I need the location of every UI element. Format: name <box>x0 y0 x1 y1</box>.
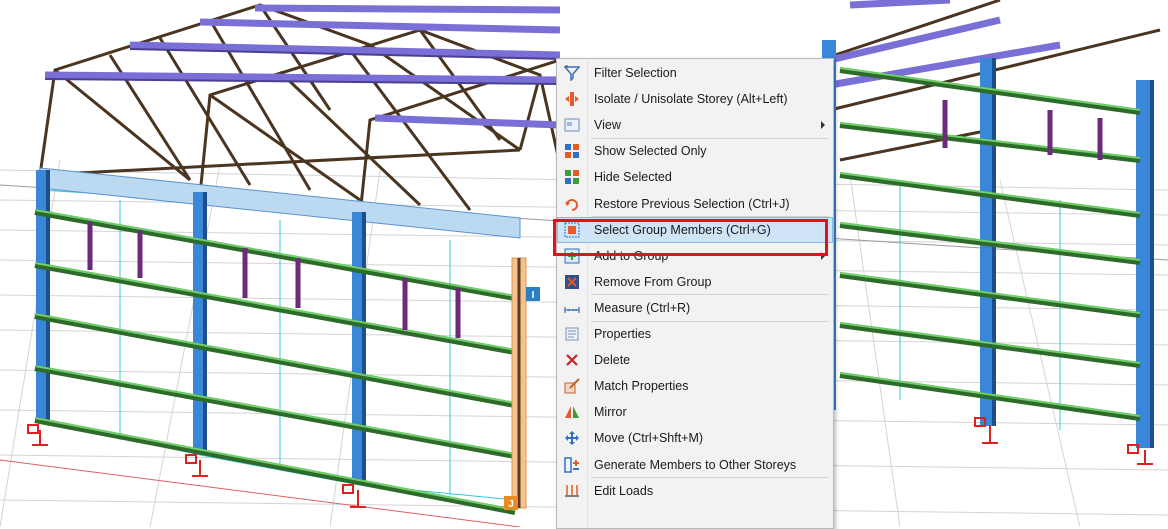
menu-item-show-selected-only[interactable]: Show Selected Only <box>557 138 833 164</box>
show-selected-icon <box>564 143 580 159</box>
menu-item-label: Delete <box>594 353 631 368</box>
node-i-label: I <box>532 290 535 301</box>
menu-item-move-ctrl-shft-m[interactable]: Move (Ctrl+Shft+M) <box>557 425 833 451</box>
menu-item-delete[interactable]: Delete <box>557 347 833 373</box>
annotation-highlight-box <box>553 219 828 256</box>
properties-icon <box>564 326 580 342</box>
move-icon <box>564 430 580 446</box>
menu-item-filter-selection[interactable]: Filter Selection <box>557 60 833 86</box>
menu-item-remove-from-group[interactable]: Remove From Group <box>557 269 833 295</box>
node-j-label: J <box>508 499 514 510</box>
menu-item-label: View <box>594 118 621 133</box>
menu-item-label: Show Selected Only <box>594 144 707 159</box>
mirror-icon <box>564 404 580 420</box>
hide-selected-icon <box>564 169 580 185</box>
menu-item-label: Filter Selection <box>594 66 677 80</box>
menu-item-label: Move (Ctrl+Shft+M) <box>594 431 704 446</box>
menu-item-hide-selected[interactable]: Hide Selected <box>557 164 833 190</box>
delete-icon <box>564 352 580 368</box>
view-icon <box>564 117 580 133</box>
menu-item-label: Properties <box>594 327 651 341</box>
menu-item-generate-members-to-other-storeys[interactable]: Generate Members to Other Storeys <box>557 452 833 478</box>
menu-item-label: Hide Selected <box>594 170 672 185</box>
menu-item-measure-ctrl-r[interactable]: Measure (Ctrl+R) <box>557 295 833 321</box>
menu-item-label: Measure (Ctrl+R) <box>594 300 691 315</box>
edit-loads-icon <box>564 483 580 499</box>
generate-members-icon <box>564 456 580 473</box>
menu-item-properties[interactable]: Properties <box>557 321 833 347</box>
x-axis-line <box>0 459 521 527</box>
remove-from-group-icon <box>564 274 580 290</box>
submenu-arrow-icon <box>821 121 825 130</box>
menu-item-label: Match Properties <box>594 379 689 394</box>
menu-item-label: Restore Previous Selection (Ctrl+J) <box>594 196 790 211</box>
context-menu: Filter Selection Isolate / Unisolate Stor… <box>556 58 834 529</box>
menu-item-isolate-unisolate-storey-alt-left[interactable]: Isolate / Unisolate Storey (Alt+Left) <box>557 86 833 112</box>
measure-icon <box>564 300 580 316</box>
restore-selection-icon <box>564 196 580 212</box>
menu-item-restore-previous-selection-ctrl-j[interactable]: Restore Previous Selection (Ctrl+J) <box>557 191 833 217</box>
menu-item-label: Remove From Group <box>594 274 712 289</box>
isolate-storey-icon <box>564 91 580 107</box>
menu-item-view[interactable]: View <box>557 112 833 138</box>
menu-item-label: Isolate / Unisolate Storey (Alt+Left) <box>594 92 788 107</box>
menu-item-mirror[interactable]: Mirror <box>557 399 833 425</box>
menu-item-match-properties[interactable]: Match Properties <box>557 373 833 399</box>
menu-item-label: Edit Loads <box>594 483 654 498</box>
menu-item-label: Generate Members to Other Storeys <box>594 457 797 472</box>
menu-item-label: Mirror <box>594 405 627 420</box>
filter-icon <box>563 65 581 82</box>
menu-item-edit-loads[interactable]: Edit Loads <box>557 478 833 504</box>
match-properties-icon <box>564 378 580 394</box>
